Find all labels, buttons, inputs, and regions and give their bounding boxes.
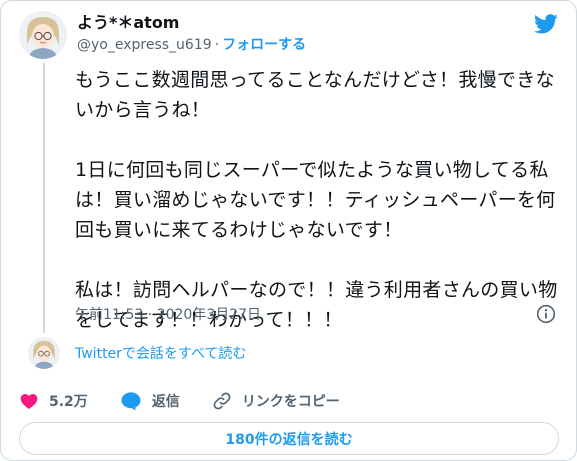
heart-icon	[20, 394, 38, 409]
tweet-paragraph-2: 1日に何回も同じスーパーで似たような買い物してる私は！買い溜めじゃないです！！テ…	[75, 159, 556, 241]
author-handle-row: @yo_express_u619 · フォローする	[77, 36, 306, 54]
author-handle[interactable]: @yo_express_u619	[77, 37, 212, 53]
read-replies-label: 180件の返信を読む	[225, 431, 353, 448]
tweet-text: もうここ数週間思ってることなんだけどさ！我慢できないから言うね！ 1日に何回も同…	[75, 65, 565, 335]
avatar-small[interactable]	[28, 337, 60, 369]
reply-label: 返信	[151, 394, 180, 410]
like-button[interactable]: 5.2万	[19, 391, 88, 411]
like-count: 5.2万	[49, 394, 88, 410]
read-replies-button[interactable]: 180件の返信を読む	[19, 422, 559, 455]
reply-button[interactable]: 返信	[120, 391, 180, 411]
tweet-timestamp[interactable]: 午前11:53 · 2020年3月27日	[75, 306, 261, 324]
follow-button[interactable]: フォローする	[222, 37, 306, 53]
tweet-paragraph-1: もうここ数週間思ってることなんだけどさ！我慢できないから言うね！	[75, 69, 555, 121]
copy-link-label: リンクをコピー	[241, 394, 340, 410]
twitter-bird-icon[interactable]	[534, 13, 558, 35]
tweet-paragraph-3: 私は！訪問ヘルパーなので！！違う利用者さんの買い物をしてます！！わかって！！！	[75, 279, 558, 331]
tweet-embed-card: よう*＊atom @yo_express_u619 · フォローする もうここ数週間…	[0, 0, 577, 461]
action-bar: 5.2万 返信 リンクをコピー	[19, 383, 372, 419]
avatar[interactable]	[19, 11, 67, 59]
separator-dot: ·	[214, 37, 220, 53]
copy-link-button[interactable]: リンクをコピー	[212, 391, 340, 411]
reply-bubble-icon	[121, 392, 141, 411]
read-conversation-link[interactable]: Twitterで会話をすべて読む	[75, 345, 246, 363]
link-icon	[213, 392, 231, 410]
info-icon[interactable]	[536, 304, 556, 324]
thread-line	[43, 63, 45, 333]
author-display-name[interactable]: よう*＊atom	[77, 13, 179, 33]
